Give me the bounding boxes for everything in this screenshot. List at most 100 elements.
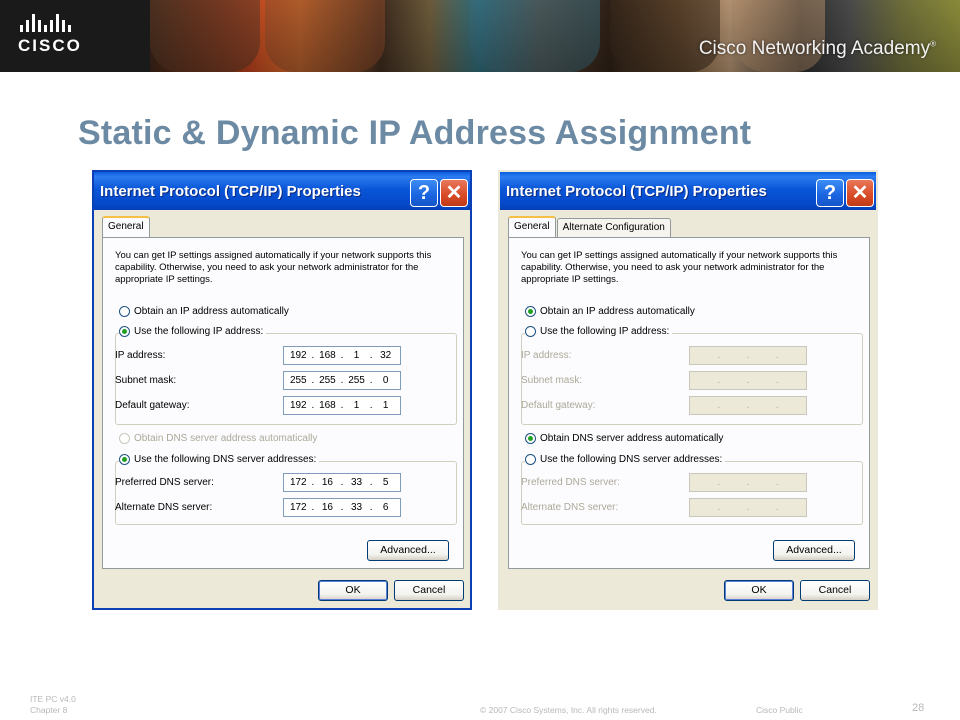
dialog-title: Internet Protocol (TCP/IP) Properties <box>100 183 361 200</box>
cancel-button[interactable]: Cancel <box>800 580 870 601</box>
preferred-dns-label: Preferred DNS server: <box>521 477 620 488</box>
alternate-dns-row: Alternate DNS server: 172. 16. 33. 6 <box>115 498 433 518</box>
preferred-dns-row: Preferred DNS server: 172. 16. 33. 5 <box>115 473 433 493</box>
octet: 255 <box>348 375 365 386</box>
intro-text: You can get IP settings assigned automat… <box>521 250 838 285</box>
default-gateway-field[interactable]: 192. 168. 1. 1 <box>283 396 401 415</box>
alternate-dns-field[interactable]: 172. 16. 33. 6 <box>283 498 401 517</box>
radio-obtain-dns-auto[interactable]: Obtain DNS server address automatically <box>525 433 727 444</box>
octet: 1 <box>353 400 360 411</box>
radio-label: Use the following IP address: <box>540 326 670 337</box>
radio-use-following-ip[interactable]: Use the following IP address: <box>119 326 267 337</box>
help-button[interactable]: ? <box>410 179 438 207</box>
tcpip-dialog-static: Internet Protocol (TCP/IP) Properties ? … <box>92 170 472 610</box>
radio-on-icon <box>525 306 536 317</box>
ip-address-row: IP address: ... <box>521 346 839 366</box>
radio-off-icon <box>525 454 536 465</box>
advanced-button[interactable]: Advanced... <box>367 540 449 561</box>
octet: 16 <box>321 477 333 488</box>
close-button[interactable]: ✕ <box>440 179 468 207</box>
octet: 5 <box>382 477 389 488</box>
radio-on-icon <box>119 454 130 465</box>
octet: 255 <box>319 375 336 386</box>
radio-off-icon <box>119 433 130 444</box>
radio-on-icon <box>119 326 130 337</box>
octet: 255 <box>289 375 307 386</box>
octet: 192 <box>289 350 307 361</box>
ip-address-label: IP address: <box>521 350 572 361</box>
close-button[interactable]: ✕ <box>846 179 874 207</box>
default-gateway-row: Default gateway: 192. 168. 1. 1 <box>115 396 433 416</box>
tcpip-dialog-dynamic: Internet Protocol (TCP/IP) Properties ? … <box>498 170 878 610</box>
ok-button[interactable]: OK <box>724 580 794 601</box>
help-button[interactable]: ? <box>816 179 844 207</box>
subnet-mask-row: Subnet mask: 255. 255. 255. 0 <box>115 371 433 391</box>
radio-on-icon <box>525 433 536 444</box>
slide-title: Static & Dynamic IP Address Assignment <box>78 114 752 152</box>
tab-bar: General Alternate Configuration <box>508 216 672 238</box>
trademark-mark: ® <box>930 39 936 49</box>
octet: 1 <box>353 350 360 361</box>
alternate-dns-row: Alternate DNS server: ... <box>521 498 839 518</box>
radio-use-following-ip[interactable]: Use the following IP address: <box>525 326 673 337</box>
radio-label: Obtain DNS server address automatically <box>540 433 724 444</box>
octet: 33 <box>350 502 363 513</box>
cisco-logo-text: CISCO <box>18 36 82 55</box>
octet: 0 <box>382 375 389 386</box>
default-gateway-label: Default gateway: <box>521 400 596 411</box>
radio-obtain-dns-auto[interactable]: Obtain DNS server address automatically <box>119 433 321 444</box>
chapter-name: Chapter 8 <box>30 705 68 715</box>
academy-name: Cisco Networking Academy® <box>699 38 936 60</box>
octet: 6 <box>382 502 389 513</box>
intro-text: You can get IP settings assigned automat… <box>115 250 432 285</box>
subnet-mask-field: ... <box>689 371 807 390</box>
tab-bar: General <box>102 216 151 238</box>
advanced-button[interactable]: Advanced... <box>773 540 855 561</box>
octet: 16 <box>321 502 333 513</box>
banner-shade <box>150 0 960 72</box>
preferred-dns-label: Preferred DNS server: <box>115 477 214 488</box>
dialog-title: Internet Protocol (TCP/IP) Properties <box>506 183 767 200</box>
octet: 168 <box>319 350 336 361</box>
radio-off-icon <box>119 306 130 317</box>
radio-obtain-ip-auto[interactable]: Obtain an IP address automatically <box>119 306 292 317</box>
page-number: 28 <box>912 702 925 714</box>
radio-off-icon <box>525 326 536 337</box>
subnet-mask-field[interactable]: 255. 255. 255. 0 <box>283 371 401 390</box>
cisco-logo: CISCO <box>18 14 88 58</box>
preferred-dns-field[interactable]: 172. 16. 33. 5 <box>283 473 401 492</box>
ip-address-label: IP address: <box>115 350 166 361</box>
alternate-dns-field: ... <box>689 498 807 517</box>
radio-obtain-ip-auto[interactable]: Obtain an IP address automatically <box>525 306 698 317</box>
general-pane: You can get IP settings assigned automat… <box>102 237 464 569</box>
academy-name-text: Cisco Networking Academy <box>698 38 931 59</box>
cisco-logo-bars <box>20 14 88 32</box>
course-name: ITE PC v4.0 <box>30 694 76 704</box>
default-gateway-field: ... <box>689 396 807 415</box>
octet: 32 <box>380 350 392 361</box>
tab-alternate-configuration[interactable]: Alternate Configuration <box>556 218 671 238</box>
tab-general[interactable]: General <box>102 216 150 238</box>
radio-label: Obtain DNS server address automatically <box>134 433 318 444</box>
footer-copyright: © 2007 Cisco Systems, Inc. All rights re… <box>480 705 657 715</box>
tab-general[interactable]: General <box>508 216 556 238</box>
octet: 192 <box>289 400 307 411</box>
ok-button[interactable]: OK <box>318 580 388 601</box>
radio-label: Use the following DNS server addresses: <box>540 454 723 465</box>
dialog-titlebar[interactable]: Internet Protocol (TCP/IP) Properties ? … <box>500 172 876 210</box>
radio-label: Use the following DNS server addresses: <box>134 454 317 465</box>
dialog-titlebar[interactable]: Internet Protocol (TCP/IP) Properties ? … <box>94 172 470 210</box>
ip-address-field[interactable]: 192. 168. 1. 32 <box>283 346 401 365</box>
default-gateway-row: Default gateway: ... <box>521 396 839 416</box>
subnet-mask-label: Subnet mask: <box>115 375 177 386</box>
radio-use-following-dns[interactable]: Use the following DNS server addresses: <box>119 454 320 465</box>
radio-label: Use the following IP address: <box>134 326 264 337</box>
cancel-button[interactable]: Cancel <box>394 580 464 601</box>
octet: 168 <box>319 400 336 411</box>
footer-classification: Cisco Public <box>756 705 803 715</box>
alternate-dns-label: Alternate DNS server: <box>115 502 213 513</box>
preferred-dns-field: ... <box>689 473 807 492</box>
octet: 33 <box>350 477 363 488</box>
general-pane: You can get IP settings assigned automat… <box>508 237 870 569</box>
radio-use-following-dns[interactable]: Use the following DNS server addresses: <box>525 454 726 465</box>
